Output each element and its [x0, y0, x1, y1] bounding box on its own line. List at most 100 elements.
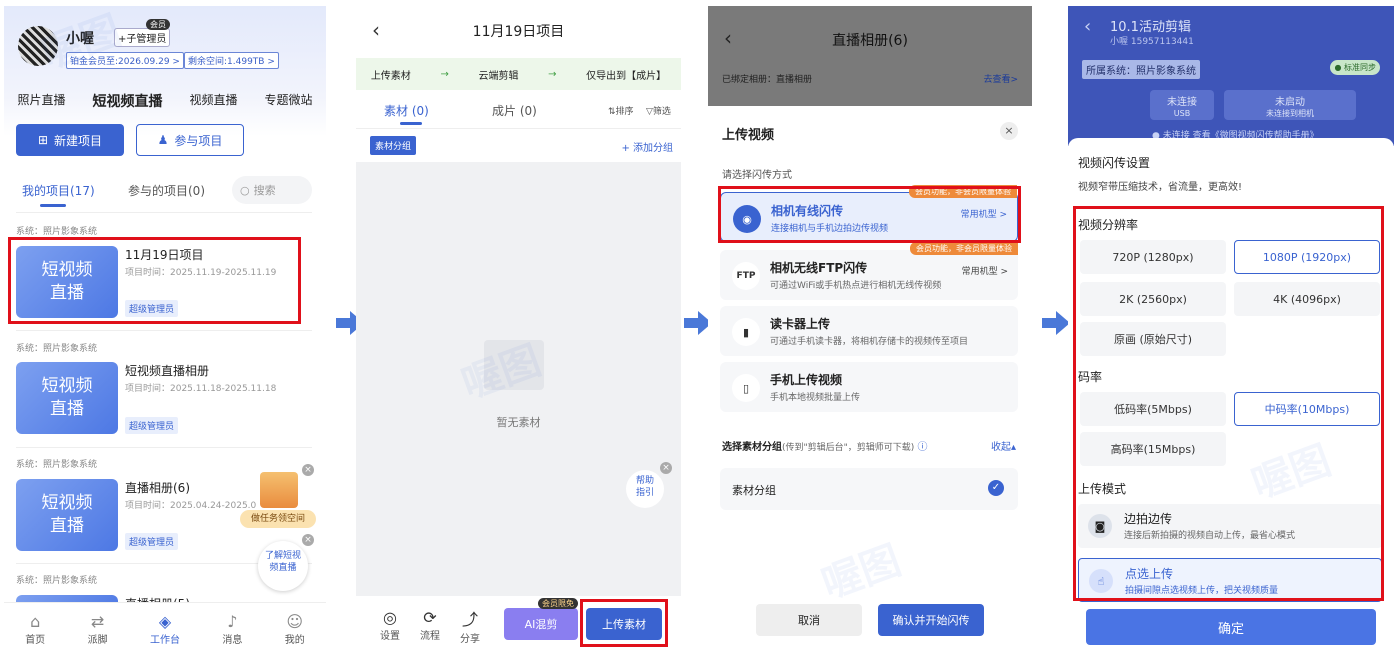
material-group-chip[interactable]: 素材分组 — [370, 136, 417, 155]
settings-sheet: 视频闪传设置 视频窄带压缩技术，省流量，更高效! 视频分辨率 720P (128… — [1068, 138, 1394, 654]
page-title: 11月19日项目 — [472, 24, 565, 40]
project-system: 系统：照片影象系统 — [16, 576, 98, 586]
role-dropdown[interactable]: +子管理员 — [114, 28, 171, 47]
upload-material-button[interactable]: 上传素材 — [586, 608, 662, 640]
nav-messages[interactable]: ♪ 消息 — [222, 612, 242, 646]
settings-button[interactable]: ◎ 设置 — [380, 608, 400, 642]
tab-joined-projects[interactable]: 参与的项目(0) — [128, 182, 205, 199]
option-camera-ftp[interactable]: FTP 相机无线FTP闪传 可通过WiFi或手机热点进行相机无线传视频 会员功能… — [720, 242, 1018, 300]
tab-photo-live[interactable]: 照片直播 — [17, 91, 65, 111]
close-icon[interactable]: × — [302, 464, 314, 476]
tab-finished[interactable]: 成片 (0) — [492, 102, 537, 119]
tab-video-live[interactable]: 视频直播 — [189, 91, 237, 111]
back-icon[interactable]: ‹ — [372, 18, 380, 42]
bitrate-high[interactable]: 高码率(15Mbps) — [1080, 432, 1226, 466]
project-title[interactable]: 直播相册(6) — [125, 479, 190, 496]
camera-icon: ◉ — [733, 205, 761, 233]
divider — [356, 128, 681, 129]
nav-mine[interactable]: ☺ 我的 — [285, 612, 305, 646]
join-project-button[interactable]: ♟ 参与项目 — [136, 124, 244, 156]
project-title: 10.1活动剪辑 — [1110, 20, 1191, 35]
tab-my-projects[interactable]: 我的项目(17) — [22, 182, 95, 199]
project-cover[interactable]: 短视频 直播 — [16, 362, 118, 434]
tab-indicator — [40, 204, 66, 207]
ai-cut-button[interactable]: AI混剪 — [504, 608, 578, 640]
project-cover[interactable]: 短视频 直播 — [16, 479, 118, 551]
workbench-icon: ◈ — [158, 611, 172, 631]
material-group-option[interactable]: 素材分组 ✓ — [720, 468, 1018, 510]
ok-button[interactable]: 确定 — [1086, 609, 1376, 645]
cancel-button[interactable]: 取消 — [756, 604, 862, 636]
help-icon[interactable]: ⓘ — [914, 442, 927, 453]
sort-button[interactable]: ⇅排序 — [608, 104, 634, 117]
project-title[interactable]: 11月19日项目 — [125, 246, 204, 263]
material-tabs: 素材 (0) 成片 (0) ⇅排序 ▽筛选 — [356, 92, 681, 128]
user-plus-icon: ♟ — [157, 133, 169, 147]
common-models-link[interactable]: 常用机型 > — [962, 264, 1008, 277]
bitrate-medium[interactable]: 中码率(10Mbps) — [1234, 392, 1380, 426]
username: 小喔 — [66, 31, 94, 47]
project-time: 项目时间：2025.04.24-2025.0 — [125, 501, 257, 511]
arrow-right-icon: → — [548, 68, 557, 80]
resolution-4k[interactable]: 4K (4096px) — [1234, 282, 1380, 316]
nav-home[interactable]: ⌂ 首页 — [25, 612, 45, 646]
back-icon[interactable]: ‹ — [1084, 16, 1091, 37]
close-icon[interactable]: × — [660, 462, 672, 474]
project-role-badge: 超级管理员 — [125, 300, 179, 317]
project-system: 系统：照片影象系统 — [16, 460, 98, 470]
tab-short-video-live[interactable]: 短视频直播 — [92, 91, 162, 111]
divider — [16, 330, 312, 331]
project-cover[interactable]: 短视频 直播 — [16, 246, 118, 318]
option-camera-wired[interactable]: ◉ 相机有线闪传 连接相机与手机边拍边传视频 会员功能，非会员限量体验 常用机型… — [720, 185, 1018, 242]
tab-indicator — [400, 122, 422, 125]
hand-select-icon: ☝ — [1089, 569, 1113, 593]
dimmed-background: ‹ 直播相册(6) 已绑定相册：直播相册 去查看> — [708, 6, 1032, 106]
resolution-original[interactable]: 原画 (原始尺寸) — [1080, 322, 1226, 356]
option-phone-upload[interactable]: ▯ 手机上传视频 手机本地视频批量上传 — [720, 362, 1018, 412]
nav-workbench[interactable]: ◈ 工作台 — [150, 612, 180, 646]
add-group-button[interactable]: + 添加分组 — [621, 139, 673, 154]
upload-sheet: 上传视频 × 请选择闪传方式 ◉ 相机有线闪传 连接相机与手机边拍边传视频 会员… — [708, 106, 1032, 654]
gift-task-widget[interactable]: 做任务领空间 — [240, 472, 316, 532]
option-card-reader[interactable]: ▮ 读卡器上传 可通过手机读卡器，将相机存储卡的视频传至项目 — [720, 306, 1018, 356]
nav-dispatch[interactable]: ⇄ 派脚 — [88, 612, 108, 646]
share-button[interactable]: ⤴ 分享 — [460, 606, 480, 645]
arrow-right-icon: → — [440, 68, 449, 80]
member-tag[interactable]: 铂金会员至:2026.09.29 > — [66, 52, 184, 69]
help-bubble[interactable]: 了解短视 频直播 — [258, 541, 308, 591]
select-group-label: 选择素材分组(传到"剪辑后台"，剪辑师可下载) ⓘ — [722, 442, 928, 453]
member-free-badge: 会员限免 — [538, 598, 578, 609]
confirm-flash-button[interactable]: 确认并开始闪传 — [878, 604, 984, 636]
new-project-button[interactable]: ⊞ 新建项目 — [16, 124, 124, 156]
workflow-bar: 上传素材 → 云端剪辑 → 仅导出到【成片】 — [356, 58, 681, 90]
tab-material[interactable]: 素材 (0) — [384, 102, 429, 119]
phone-upload-icon: ▯ — [732, 374, 760, 402]
project-system: 系统：照片影象系统 — [16, 344, 98, 354]
mode-select-upload[interactable]: ☝ 点选上传 拍摄间隙点选视频上传，把关视频质量 — [1078, 558, 1382, 602]
dispatch-icon: ⇄ — [90, 611, 105, 631]
close-icon[interactable]: × — [1000, 122, 1018, 140]
system-label: 所属系统：照片影象系统 — [1082, 60, 1200, 79]
home-icon: ⌂ — [30, 611, 41, 631]
avatar[interactable] — [18, 26, 58, 66]
resolution-2k[interactable]: 2K (2560px) — [1080, 282, 1226, 316]
tab-micro-site[interactable]: 专题微站 — [264, 91, 312, 111]
common-models-link[interactable]: 常用机型 > — [961, 207, 1007, 220]
resolution-720p[interactable]: 720P (1280px) — [1080, 240, 1226, 274]
search-input[interactable]: ○ 搜索 — [232, 176, 312, 204]
bitrate-low[interactable]: 低码率(5Mbps) — [1080, 392, 1226, 426]
flash-settings-screen: ‹ 10.1活动剪辑 小喔 15957113441 所属系统：照片影象系统 ● … — [1068, 6, 1394, 654]
resolution-1080p[interactable]: 1080P (1920px) — [1234, 240, 1380, 274]
flow-button[interactable]: ⟳ 流程 — [420, 608, 440, 642]
close-icon[interactable]: × — [302, 534, 314, 546]
help-guide-bubble[interactable]: 帮助 指引 — [626, 470, 664, 508]
space-tag[interactable]: 剩余空间:1.499TB > — [184, 52, 279, 69]
flow-icon: ⟳ — [423, 608, 437, 627]
project-time: 项目时间：2025.11.19-2025.11.19 — [125, 268, 277, 278]
vip-badge: 会员 — [146, 19, 170, 30]
collapse-button[interactable]: 收起▴ — [991, 438, 1016, 453]
mode-shoot-and-upload[interactable]: ◙ 边拍边传 连接后新拍摄的视频自动上传，最省心模式 — [1078, 504, 1382, 548]
project-title[interactable]: 短视频直播相册 — [125, 362, 209, 379]
go-view-link[interactable]: 去查看> — [983, 72, 1018, 85]
filter-button[interactable]: ▽筛选 — [646, 104, 671, 117]
